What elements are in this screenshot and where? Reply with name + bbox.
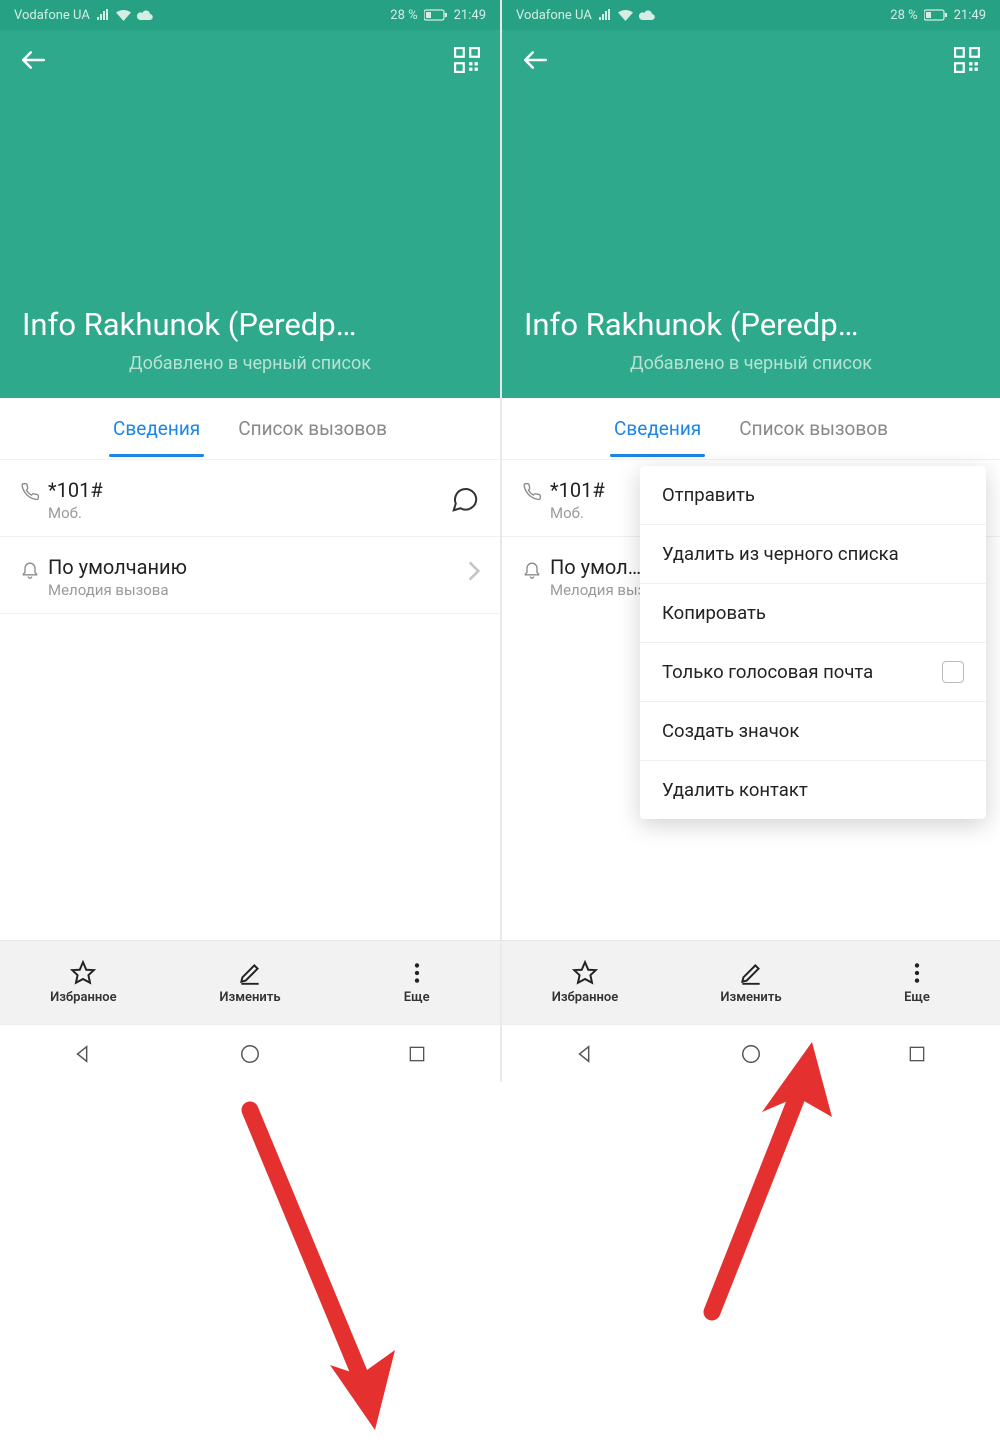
status-bar: Vodafone UA 28 % 21:49 [0,0,500,30]
wifi-icon [618,10,633,21]
ringtone-sub: Мелодия вызова [48,581,468,599]
more-button[interactable]: Еще [834,941,1000,1024]
phone-right: Vodafone UA 28 % 21:49 [500,0,1000,1082]
phone-type: Моб. [48,504,450,522]
annotation-arrow [230,1100,425,1444]
favorite-label: Избранное [552,990,618,1005]
nav-bar [0,1024,500,1082]
battery-icon [924,9,948,21]
clock-label: 21:49 [454,8,486,23]
back-arrow-icon[interactable] [20,47,46,73]
carrier-label: Vodafone UA [14,8,90,23]
qr-icon[interactable] [454,47,480,73]
tabs: Сведения Список вызовов [502,398,1000,460]
contact-subtitle: Добавлено в черный список [22,353,478,374]
more-menu-popup: Отправить Удалить из черного списка Копи… [640,466,986,819]
phone-row[interactable]: *101# Моб. [0,460,500,537]
nav-back-icon[interactable] [571,1040,599,1068]
cloud-icon [639,10,656,21]
back-arrow-icon[interactable] [522,47,548,73]
annotation-arrow [702,1042,862,1326]
tab-details[interactable]: Сведения [109,401,204,456]
battery-percent: 28 % [890,8,917,23]
nav-recent-icon[interactable] [403,1040,431,1068]
popup-item-voicemail-only[interactable]: Только голосовая почта [640,643,986,702]
popup-item-copy[interactable]: Копировать [640,584,986,643]
more-label: Еще [404,990,430,1005]
favorite-label: Избранное [50,990,116,1005]
phone-icon [522,482,550,502]
more-button[interactable]: Еще [333,941,500,1024]
phone-left: Vodafone UA 28 % 21:49 [0,0,500,1082]
edit-label: Изменить [219,990,280,1005]
contact-header: Info Rakhunok (Peredp… Добавлено в черны… [0,30,500,398]
cloud-icon [137,10,154,21]
chevron-right-icon [468,561,480,581]
wifi-icon [116,10,131,21]
qr-icon[interactable] [954,47,980,73]
signal-icon [96,9,110,21]
popup-item-voicemail-label: Только голосовая почта [662,661,873,683]
contact-subtitle: Добавлено в черный список [524,353,978,374]
checkbox-icon[interactable] [942,661,964,683]
message-icon[interactable] [450,484,480,514]
nav-home-icon[interactable] [236,1040,264,1068]
popup-item-send[interactable]: Отправить [640,466,986,525]
popup-item-remove-blacklist[interactable]: Удалить из черного списка [640,525,986,584]
tabs: Сведения Список вызовов [0,398,500,460]
edit-button[interactable]: Изменить [167,941,334,1024]
bell-icon [20,559,48,579]
action-bar: Избранное Изменить Еще [0,940,500,1024]
favorite-button[interactable]: Избранное [0,941,167,1024]
clock-label: 21:49 [954,8,986,23]
content-area: *101# Моб. По умол… Мелодия вызова Отпра… [502,460,1000,940]
signal-icon [598,9,612,21]
tab-call-log[interactable]: Список вызовов [735,401,892,456]
bell-icon [522,559,550,579]
battery-percent: 28 % [390,8,417,23]
edit-button[interactable]: Изменить [668,941,834,1024]
tab-details[interactable]: Сведения [610,401,705,456]
ringtone-title: По умолчанию [48,555,468,579]
popup-item-create-shortcut[interactable]: Создать значок [640,702,986,761]
favorite-button[interactable]: Избранное [502,941,668,1024]
content-area: *101# Моб. По умолчанию Мелодия вызова [0,460,500,940]
phone-number: *101# [48,478,450,502]
popup-item-delete-contact[interactable]: Удалить контакт [640,761,986,819]
action-bar: Избранное Изменить Еще [502,940,1000,1024]
contact-name: Info Rakhunok (Peredp… [22,306,478,345]
contact-header: Info Rakhunok (Peredp… Добавлено в черны… [502,30,1000,398]
contact-name: Info Rakhunok (Peredp… [524,306,978,345]
nav-recent-icon[interactable] [903,1040,931,1068]
nav-back-icon[interactable] [69,1040,97,1068]
more-label: Еще [904,990,930,1005]
ringtone-row[interactable]: По умолчанию Мелодия вызова [0,537,500,614]
edit-label: Изменить [720,990,781,1005]
status-bar: Vodafone UA 28 % 21:49 [502,0,1000,30]
battery-icon [424,9,448,21]
tab-call-log[interactable]: Список вызовов [234,401,391,456]
phone-icon [20,482,48,502]
carrier-label: Vodafone UA [516,8,592,23]
